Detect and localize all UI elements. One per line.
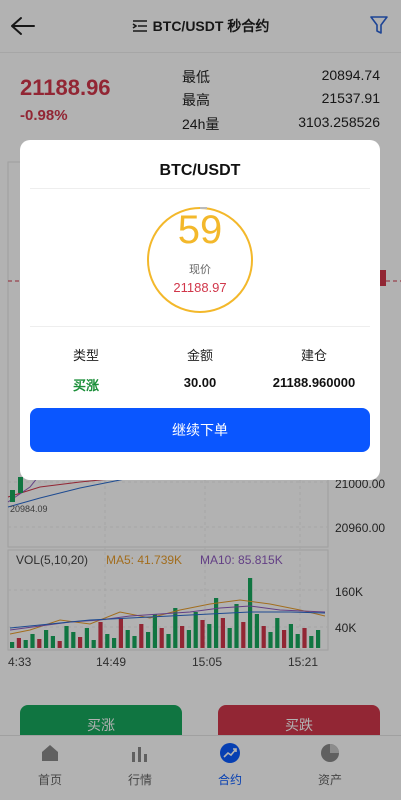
divider bbox=[30, 188, 370, 189]
divider bbox=[30, 326, 370, 327]
current-price-label: 现价 bbox=[189, 264, 211, 276]
type-value: 买涨 bbox=[72, 378, 99, 393]
contract-page: BTC/USDT 秒合约 21188.96 -0.98% 最低 20894.74… bbox=[0, 0, 401, 800]
current-price-value: 21188.97 bbox=[173, 280, 227, 295]
type-header: 类型 bbox=[72, 348, 99, 363]
amount-value: 30.00 bbox=[183, 375, 217, 390]
amount-header: 金额 bbox=[186, 348, 213, 363]
open-header: 建仓 bbox=[300, 348, 327, 363]
modal-title: BTC/USDT bbox=[159, 162, 241, 179]
continue-order-button[interactable]: 继续下单 bbox=[30, 408, 370, 452]
open-price-value: 21188.960000 bbox=[272, 375, 356, 390]
countdown-seconds: 59 bbox=[177, 208, 223, 252]
order-result-modal: BTC/USDT 59 现价 21188.97 类型 金额 建仓 买涨 30.0… bbox=[20, 140, 380, 480]
